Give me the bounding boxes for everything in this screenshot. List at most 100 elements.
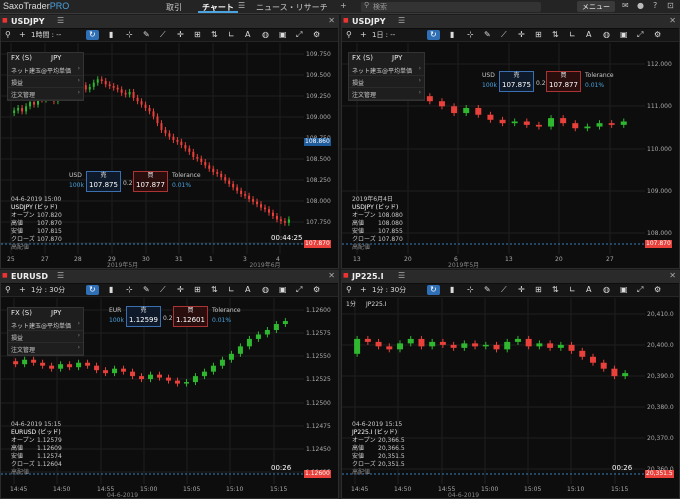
menu-item[interactable]: ネット建玉@平均単価 ›	[8, 319, 83, 331]
chart-tab-menu-icon[interactable]: ☰	[238, 1, 245, 10]
camera-icon[interactable]: ▣	[620, 30, 628, 40]
crosshair-icon[interactable]: ⊹	[467, 30, 474, 40]
indicator-icon[interactable]: ⊞	[535, 30, 542, 40]
lock-icon[interactable]: ⊡	[667, 1, 674, 10]
zoom-icon[interactable]: ⚲	[346, 30, 352, 40]
sell-button[interactable]: 売 107.875	[86, 171, 121, 192]
zoom-icon[interactable]: ⚲	[5, 285, 11, 295]
buy-button[interactable]: 買 107.877	[546, 71, 581, 92]
add-indicator-icon[interactable]: +	[360, 30, 367, 40]
tab-news-research[interactable]: ニュース・リサーチ	[252, 1, 332, 13]
text-icon[interactable]: A	[245, 30, 250, 40]
menu-item[interactable]: 注文管理 ›	[8, 343, 83, 355]
add-tab-icon[interactable]: +	[340, 1, 347, 10]
settings-icon[interactable]: ⚙	[313, 285, 320, 295]
chart-type-icon[interactable]: ▮	[109, 30, 113, 40]
cursor-icon[interactable]: ✛	[518, 285, 525, 295]
tolerance-value[interactable]: 0.01%	[172, 182, 191, 189]
add-indicator-icon[interactable]: +	[360, 285, 367, 295]
indicator-icon[interactable]: ⊞	[535, 285, 542, 295]
camera-icon[interactable]: ▣	[279, 285, 287, 295]
cursor-icon[interactable]: ✛	[518, 30, 525, 40]
timeframe-select[interactable]: 1分 : 30分	[31, 285, 65, 295]
settings-icon[interactable]: ⚙	[654, 30, 661, 40]
camera-icon[interactable]: ▣	[279, 30, 287, 40]
zoom-icon[interactable]: ⚲	[346, 285, 352, 295]
account-selector[interactable]: FX (S) JPY	[349, 53, 424, 64]
expand-icon[interactable]: ⤢	[637, 285, 643, 295]
menu-item[interactable]: 注文管理 ›	[8, 88, 83, 100]
trendline-icon[interactable]: ⟋	[160, 285, 166, 295]
panel-menu-icon[interactable]: ☰	[398, 16, 405, 25]
eraser-icon[interactable]: ◍	[603, 30, 610, 40]
pencil-icon[interactable]: ✎	[143, 30, 150, 40]
sell-button[interactable]: 売 1.12599	[126, 306, 161, 327]
indicator-icon[interactable]: ⊞	[194, 30, 201, 40]
refresh-icon[interactable]: ↻	[427, 30, 440, 40]
eraser-icon[interactable]: ◍	[603, 285, 610, 295]
text-icon[interactable]: A	[586, 30, 591, 40]
fib-icon[interactable]: ∟	[228, 285, 235, 295]
zoom-icon[interactable]: ⚲	[5, 30, 11, 40]
close-panel-icon[interactable]: ✕	[328, 16, 335, 25]
crosshair-icon[interactable]: ⊹	[126, 30, 133, 40]
timeframe-select[interactable]: 1時間 : --	[31, 30, 61, 40]
help-icon[interactable]: ?	[653, 1, 657, 10]
pencil-icon[interactable]: ✎	[484, 30, 491, 40]
search-input[interactable]: ⚲ 検索	[361, 1, 541, 12]
expand-icon[interactable]: ⤢	[637, 30, 643, 40]
menu-item[interactable]: 注文管理 ›	[349, 88, 424, 100]
account-selector[interactable]: FX (S) JPY	[8, 308, 83, 319]
refresh-icon[interactable]: ↻	[86, 30, 99, 40]
tolerance-value[interactable]: 0.01%	[585, 82, 604, 89]
measure-icon[interactable]: ⇅	[211, 285, 218, 295]
text-icon[interactable]: A	[586, 285, 591, 295]
mail-icon[interactable]: ✉	[622, 1, 629, 10]
menu-item[interactable]: 損益 ›	[8, 76, 83, 88]
trendline-icon[interactable]: ⟋	[501, 30, 507, 40]
camera-icon[interactable]: ▣	[620, 285, 628, 295]
menu-button[interactable]: メニュー	[577, 1, 615, 12]
trendline-icon[interactable]: ⟋	[501, 285, 507, 295]
chart-type-icon[interactable]: ▮	[450, 285, 454, 295]
panel-menu-icon[interactable]: ☰	[57, 271, 64, 280]
timeframe-select[interactable]: 1日 : --	[372, 30, 395, 40]
trade-amount[interactable]: 100k	[109, 317, 124, 324]
add-indicator-icon[interactable]: +	[19, 30, 26, 40]
settings-icon[interactable]: ⚙	[313, 30, 320, 40]
chart-type-icon[interactable]: ▮	[450, 30, 454, 40]
pencil-icon[interactable]: ✎	[143, 285, 150, 295]
cursor-icon[interactable]: ✛	[177, 285, 184, 295]
panel-menu-icon[interactable]: ☰	[398, 271, 405, 280]
refresh-icon[interactable]: ↻	[86, 285, 99, 295]
add-indicator-icon[interactable]: +	[19, 285, 26, 295]
fib-icon[interactable]: ∟	[569, 285, 576, 295]
crosshair-icon[interactable]: ⊹	[126, 285, 133, 295]
close-panel-icon[interactable]: ✕	[669, 271, 676, 280]
menu-item[interactable]: ネット建玉@平均単価 ›	[349, 64, 424, 76]
menu-item[interactable]: 損益 ›	[349, 76, 424, 88]
measure-icon[interactable]: ⇅	[211, 30, 218, 40]
fib-icon[interactable]: ∟	[569, 30, 576, 40]
tab-trade[interactable]: 取引	[162, 1, 186, 13]
measure-icon[interactable]: ⇅	[552, 285, 559, 295]
panel-menu-icon[interactable]: ☰	[57, 16, 64, 25]
account-selector[interactable]: FX (S) JPY	[8, 53, 83, 64]
settings-icon[interactable]: ⚙	[654, 285, 661, 295]
trade-amount[interactable]: 100k	[482, 82, 497, 89]
refresh-icon[interactable]: ↻	[427, 285, 440, 295]
cursor-icon[interactable]: ✛	[177, 30, 184, 40]
eraser-icon[interactable]: ◍	[262, 30, 269, 40]
expand-icon[interactable]: ⤢	[296, 30, 302, 40]
eraser-icon[interactable]: ◍	[262, 285, 269, 295]
tab-chart[interactable]: チャート	[198, 1, 238, 13]
user-icon[interactable]: ●	[637, 1, 644, 10]
trade-amount[interactable]: 100k	[69, 182, 84, 189]
trendline-icon[interactable]: ⟋	[160, 30, 166, 40]
tolerance-value[interactable]: 0.01%	[212, 317, 231, 324]
buy-button[interactable]: 買 107.877	[133, 171, 168, 192]
timeframe-select[interactable]: 1分 : 30分	[372, 285, 406, 295]
fib-icon[interactable]: ∟	[228, 30, 235, 40]
chart-type-icon[interactable]: ▮	[109, 285, 113, 295]
text-icon[interactable]: A	[245, 285, 250, 295]
